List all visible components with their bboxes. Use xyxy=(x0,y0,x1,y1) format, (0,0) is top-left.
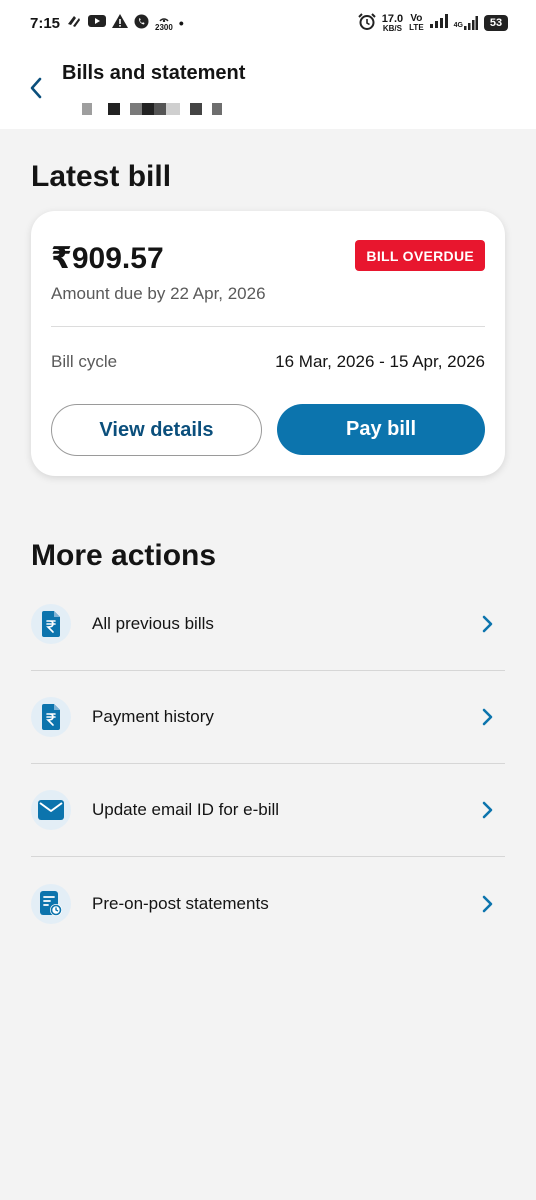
latest-bill-card: ₹909.57 BILL OVERDUE Amount due by 22 Ap… xyxy=(31,211,505,476)
speed-unit: KB/S xyxy=(382,23,402,33)
action-update-email[interactable]: Update email ID for e-bill xyxy=(31,764,505,857)
action-payment-history[interactable]: Payment history xyxy=(31,671,505,764)
network-speed: 17.0 KB/S xyxy=(381,12,404,33)
chevron-right-icon xyxy=(475,798,499,822)
status-right: 17.0 KB/S Vo LTE 4G 53 xyxy=(358,12,508,34)
hotspot-count: 2300 xyxy=(155,23,173,32)
back-button[interactable] xyxy=(22,74,50,102)
status-time: 7:15 xyxy=(30,14,61,32)
warning-icon xyxy=(112,14,129,32)
statement-clock-icon xyxy=(31,883,71,924)
dot-icon: • xyxy=(178,15,184,31)
page-title: Bills and statement xyxy=(62,62,246,84)
youtube-icon xyxy=(88,14,107,32)
rupee-document-icon xyxy=(31,697,71,737)
bill-overdue-badge: BILL OVERDUE xyxy=(355,240,485,271)
network-label: 4G xyxy=(453,22,463,29)
action-label: Pre-on-post statements xyxy=(92,893,269,913)
chevron-right-icon xyxy=(475,892,499,916)
bill-cycle-value: 16 Mar, 2026 - 15 Apr, 2026 xyxy=(275,352,485,371)
card-divider xyxy=(51,326,485,327)
volte-bottom: LTE xyxy=(409,23,424,32)
rupee-document-icon xyxy=(31,604,71,644)
whatsapp-icon xyxy=(134,14,149,33)
action-pre-on-post-statements[interactable]: Pre-on-post statements xyxy=(31,857,505,950)
status-left: 7:15 2300 • xyxy=(30,14,184,33)
signal-4g-icon: 4G xyxy=(454,16,478,30)
action-label: Payment history xyxy=(92,707,214,726)
action-label: Update email ID for e-bill xyxy=(92,800,280,819)
action-all-previous-bills[interactable]: All previous bills xyxy=(31,578,505,671)
pay-bill-button[interactable]: Pay bill xyxy=(277,404,485,455)
action-label: All previous bills xyxy=(92,614,214,633)
more-actions-list: All previous bills Payment history Updat… xyxy=(31,578,505,950)
chevron-right-icon xyxy=(475,705,499,729)
bill-amount: ₹909.57 xyxy=(51,242,164,275)
battery-icon: 53 xyxy=(484,15,508,31)
status-bar: 7:15 2300 • 17.0 KB/S Vo LTE 4G 53 xyxy=(0,0,536,46)
masked-account-number xyxy=(82,102,228,116)
signal-icon xyxy=(429,14,448,32)
volte-indicator: Vo LTE xyxy=(409,14,424,32)
bill-cycle-label: Bill cycle xyxy=(51,352,118,371)
view-details-button[interactable]: View details xyxy=(51,404,262,456)
app-header: Bills and statement xyxy=(0,46,536,129)
more-actions-title: More actions xyxy=(31,539,217,572)
speed-value: 17.0 xyxy=(381,12,404,25)
latest-bill-title: Latest bill xyxy=(31,160,172,193)
envelope-icon xyxy=(31,790,71,830)
chevron-right-icon xyxy=(475,612,499,636)
chevron-left-icon xyxy=(30,77,42,99)
alarm-icon xyxy=(358,12,376,34)
battery-level: 53 xyxy=(489,17,503,29)
amount-due-text: Amount due by 22 Apr, 2026 xyxy=(51,284,266,303)
network-sync-icon xyxy=(66,14,82,32)
hotspot-icon: 2300 xyxy=(155,14,173,32)
